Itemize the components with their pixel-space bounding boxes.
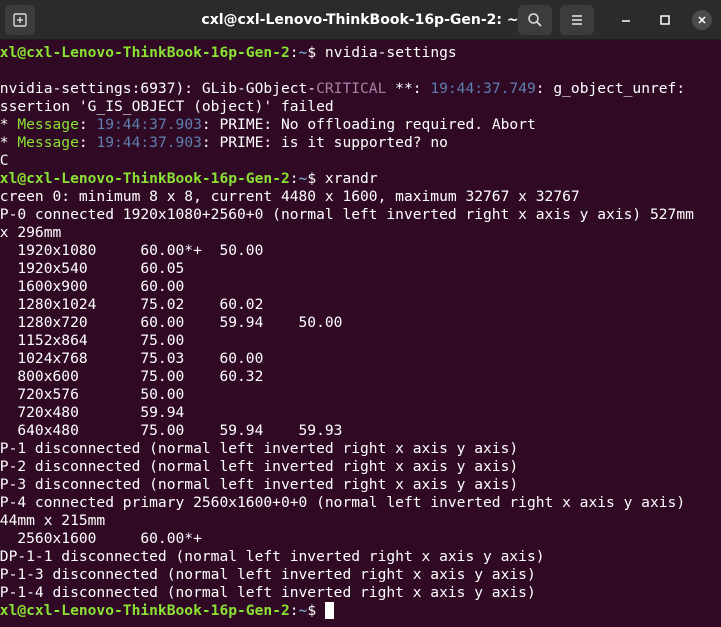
output-line: Screen 0: minimum 8 x 8, current 4480 x … <box>0 188 580 205</box>
error-line: (nvidia-settings:6937): GLib-GObject-CRI… <box>0 80 694 98</box>
minimize-button[interactable] <box>612 0 640 40</box>
error-assertion-line: assertion 'G_IS_OBJECT (object)' failed <box>0 98 334 115</box>
error-separator: **: <box>386 80 431 97</box>
output-line: 1280x720 60.00 59.94 50.00 <box>0 314 361 331</box>
message-label: Message <box>17 134 79 151</box>
output-line: DP-4 connected primary 2560x1600+0+0 (no… <box>0 494 686 511</box>
menu-button[interactable] <box>560 5 594 35</box>
error-timestamp: 19:44:37.749 <box>430 80 536 97</box>
output-line: 1600x900 60.00 <box>0 278 202 295</box>
new-tab-icon <box>13 13 27 27</box>
prompt-dollar: $ <box>307 44 325 61</box>
prompt-path: ~ <box>298 44 308 61</box>
output-line: DP-3 disconnected (normal left inverted … <box>0 476 519 493</box>
terminal-output[interactable]: cxl@cxl-Lenovo-ThinkBook-16p-Gen-2:~$ nv… <box>0 44 721 627</box>
message-label: Message <box>17 116 79 133</box>
output-line: DP-1 disconnected (normal left inverted … <box>0 440 519 457</box>
minimize-icon <box>622 20 630 22</box>
prompt-path: ~ <box>298 170 308 187</box>
prompt-dollar: $ <box>307 602 325 619</box>
message-line: ** Message: 19:44:37.903: PRIME: is it s… <box>0 134 694 152</box>
hamburger-menu-icon <box>572 15 582 25</box>
output-line: 344mm x 215mm <box>0 512 106 529</box>
output-line: DP-1-4 disconnected (normal left inverte… <box>0 584 536 601</box>
error-text: : g_object_unref: <box>535 80 686 97</box>
prompt-line: cxl@cxl-Lenovo-ThinkBook-16p-Gen-2:~$ nv… <box>0 44 694 62</box>
output-line: 800x600 75.00 60.32 <box>0 368 281 385</box>
search-icon <box>528 13 542 27</box>
prompt-user: cxl@cxl-Lenovo-ThinkBook-16p-Gen-2 <box>0 170 290 187</box>
prompt-line: cxl@cxl-Lenovo-ThinkBook-16p-Gen-2:~$ <box>0 602 694 620</box>
message-separator: : <box>78 134 97 151</box>
output-line: DP-1-3 disconnected (normal left inverte… <box>0 566 536 583</box>
prompt-user: cxl@cxl-Lenovo-ThinkBook-16p-Gen-2 <box>0 44 290 61</box>
interrupt-line: ^C <box>0 152 9 169</box>
output-line: 720x576 50.00 <box>0 386 202 403</box>
prompt-path: ~ <box>298 602 308 619</box>
error-source: (nvidia-settings:6937): GLib-GObject- <box>0 80 317 97</box>
output-line: 1280x1024 75.02 60.02 <box>0 296 281 313</box>
output-line: 1920x1080 60.00*+ 50.00 <box>0 242 281 259</box>
output-line: 720x480 59.94 <box>0 404 202 421</box>
close-button-circle <box>692 10 712 30</box>
message-text: : PRIME: is it supported? no <box>201 134 448 151</box>
prompt-line: cxl@cxl-Lenovo-ThinkBook-16p-Gen-2:~$ xr… <box>0 170 694 188</box>
prompt-colon: : <box>289 44 299 61</box>
output-line: 1920x540 60.05 <box>0 260 202 277</box>
output-line: 1024x768 75.03 60.00 <box>0 350 281 367</box>
message-line: ** Message: 19:44:37.903: PRIME: No offl… <box>0 116 694 134</box>
close-button[interactable] <box>688 0 716 40</box>
prompt-user: cxl@cxl-Lenovo-ThinkBook-16p-Gen-2 <box>0 602 290 619</box>
prompt-colon: : <box>289 170 299 187</box>
prompt-dollar: $ <box>307 170 325 187</box>
message-timestamp: 19:44:37.903 <box>96 116 202 133</box>
output-line: DP-2 disconnected (normal left inverted … <box>0 458 519 475</box>
text-cursor <box>324 602 334 619</box>
maximize-icon <box>660 15 670 25</box>
search-button[interactable] <box>518 5 552 35</box>
terminal-lines: cxl@cxl-Lenovo-ThinkBook-16p-Gen-2:~$ nv… <box>0 44 694 620</box>
prompt-colon: : <box>289 602 299 619</box>
output-line: 640x480 75.00 59.94 59.93 <box>0 422 361 439</box>
message-separator: : <box>78 116 97 133</box>
output-line: 2560x1600 60.00*+ <box>0 530 202 547</box>
close-icon <box>698 16 706 24</box>
new-tab-button[interactable] <box>5 5 35 35</box>
output-line: DP-0 connected 1920x1080+2560+0 (normal … <box>0 206 694 223</box>
message-prefix: ** <box>0 116 9 133</box>
title-bar: cxl@cxl-Lenovo-ThinkBook-16p-Gen-2: ~ <box>0 0 721 40</box>
output-line: 1152x864 75.00 <box>0 332 202 349</box>
message-prefix: ** <box>0 134 9 151</box>
command-text: xrandr <box>324 170 378 187</box>
output-line: x 296mm <box>0 224 62 241</box>
command-text: nvidia-settings <box>324 44 457 61</box>
critical-label: CRITICAL <box>316 80 387 97</box>
maximize-button[interactable] <box>651 0 679 40</box>
message-text: : PRIME: No offloading required. Abort <box>201 116 536 133</box>
message-timestamp: 19:44:37.903 <box>96 134 202 151</box>
output-line: eDP-1-1 disconnected (normal left invert… <box>0 548 545 565</box>
